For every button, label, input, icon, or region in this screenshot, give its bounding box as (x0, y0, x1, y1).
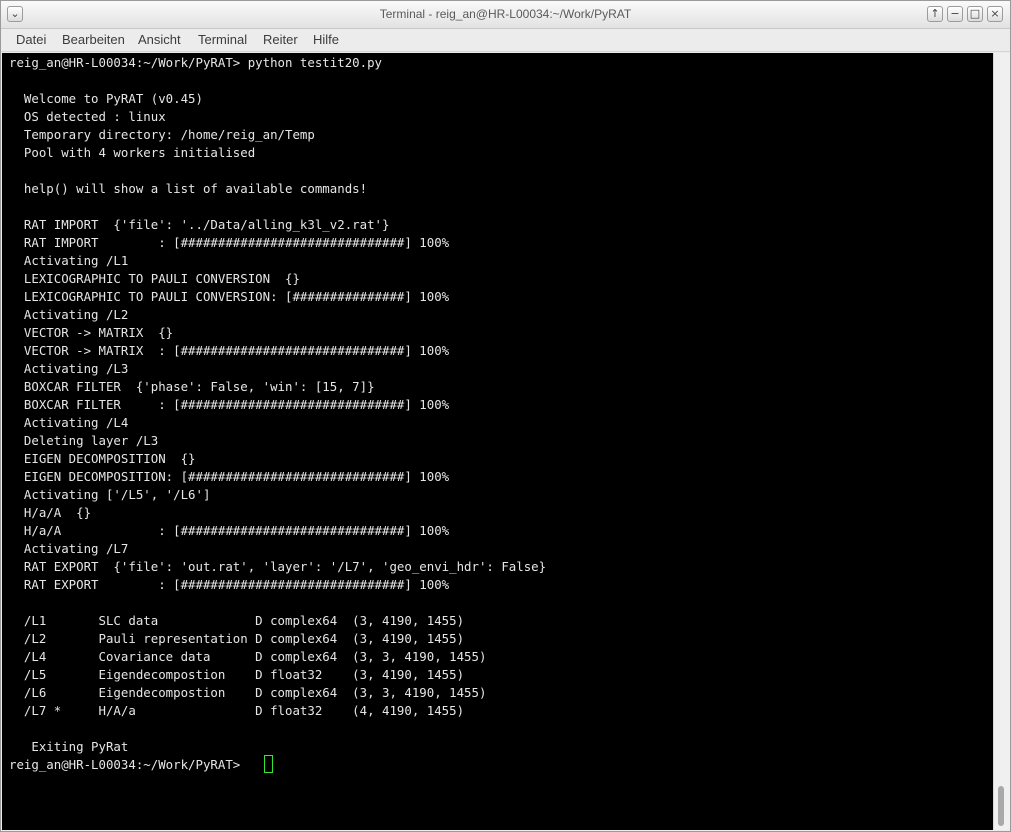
terminal-line: Activating /L7 (9, 541, 129, 556)
terminal-line: BOXCAR FILTER {'phase': False, 'win': [1… (9, 379, 375, 394)
terminal-line: /L1 SLC data D complex64 (3, 4190, 1455) (9, 613, 465, 628)
minimize-button[interactable]: − (947, 6, 963, 22)
terminal-line: Pool with 4 workers initialised (9, 145, 256, 160)
terminal-line: Welcome to PyRAT (v0.45) (9, 91, 203, 106)
close-button[interactable]: × (987, 6, 1003, 22)
terminal-line: VECTOR -> MATRIX : [####################… (9, 343, 450, 358)
terminal-line: BOXCAR FILTER : [#######################… (9, 397, 450, 412)
menu-bearbeiten[interactable]: Bearbeiten (62, 32, 125, 47)
maximize-button[interactable]: □ (967, 6, 983, 22)
terminal-line: H/a/A {} (9, 505, 92, 520)
terminal-line: LEXICOGRAPHIC TO PAULI CONVERSION {} (9, 271, 300, 286)
title-bar[interactable]: ⌄ Terminal - reig_an@HR-L00034:~/Work/Py… (1, 1, 1010, 29)
terminal-line: Exiting PyRat (9, 739, 129, 754)
terminal-line: /L5 Eigendecompostion D float32 (3, 4190… (9, 667, 465, 682)
terminal-line: VECTOR -> MATRIX {} (9, 325, 174, 340)
menu-terminal[interactable]: Terminal (198, 32, 247, 47)
terminal-line: Activating ['/L5', '/L6'] (9, 487, 211, 502)
arrow-up-icon: ↑ (930, 7, 940, 20)
terminal-line: H/a/A : [##############################]… (9, 523, 450, 538)
minimize-icon: − (950, 7, 960, 20)
terminal-line: Activating /L3 (9, 361, 129, 376)
terminal-line: RAT IMPORT {'file': '../Data/alling_k3l_… (9, 217, 390, 232)
menu-hilfe[interactable]: Hilfe (313, 32, 339, 47)
menu-bar: Datei Bearbeiten Ansicht Terminal Reiter… (1, 29, 1010, 52)
terminal-cursor (264, 755, 273, 773)
terminal-line: LEXICOGRAPHIC TO PAULI CONVERSION: [####… (9, 289, 450, 304)
terminal-window: ⌄ Terminal - reig_an@HR-L00034:~/Work/Py… (0, 0, 1011, 832)
close-icon: × (990, 7, 1000, 20)
terminal-line: Activating /L4 (9, 415, 129, 430)
terminal-line: /L2 Pauli representation D complex64 (3,… (9, 631, 465, 646)
terminal-line: help() will show a list of available com… (9, 181, 368, 196)
terminal-line: OS detected : linux (9, 109, 166, 124)
terminal-line: RAT EXPORT {'file': 'out.rat', 'layer': … (9, 559, 547, 574)
menu-datei[interactable]: Datei (16, 32, 46, 47)
maximize-icon: □ (969, 7, 981, 20)
terminal-line: reig_an@HR-L00034:~/Work/PyRAT> python t… (9, 55, 382, 70)
terminal-line: /L4 Covariance data D complex64 (3, 3, 4… (9, 649, 487, 664)
terminal-line: EIGEN DECOMPOSITION {} (9, 451, 196, 466)
terminal-line: RAT EXPORT : [##########################… (9, 577, 450, 592)
terminal-line: Activating /L2 (9, 307, 129, 322)
window-title: Terminal - reig_an@HR-L00034:~/Work/PyRA… (379, 7, 632, 21)
terminal-scrollbar[interactable] (993, 53, 1010, 830)
terminal-line: reig_an@HR-L00034:~/Work/PyRAT> (9, 757, 248, 772)
terminal-line: EIGEN DECOMPOSITION: [##################… (9, 469, 450, 484)
terminal-output[interactable]: reig_an@HR-L00034:~/Work/PyRAT> python t… (2, 53, 993, 830)
menu-reiter[interactable]: Reiter (263, 32, 298, 47)
menu-ansicht[interactable]: Ansicht (138, 32, 181, 47)
terminal-line: /L7 * H/A/a D float32 (4, 4190, 1455) (9, 703, 465, 718)
terminal-line: RAT IMPORT : [##########################… (9, 235, 450, 250)
terminal-line: Deleting layer /L3 (9, 433, 159, 448)
raise-button[interactable]: ↑ (927, 6, 943, 22)
terminal-line: Activating /L1 (9, 253, 129, 268)
terminal-line: /L6 Eigendecompostion D complex64 (3, 3,… (9, 685, 487, 700)
scrollbar-thumb[interactable] (998, 786, 1004, 826)
terminal-line: Temporary directory: /home/reig_an/Temp (9, 127, 315, 142)
